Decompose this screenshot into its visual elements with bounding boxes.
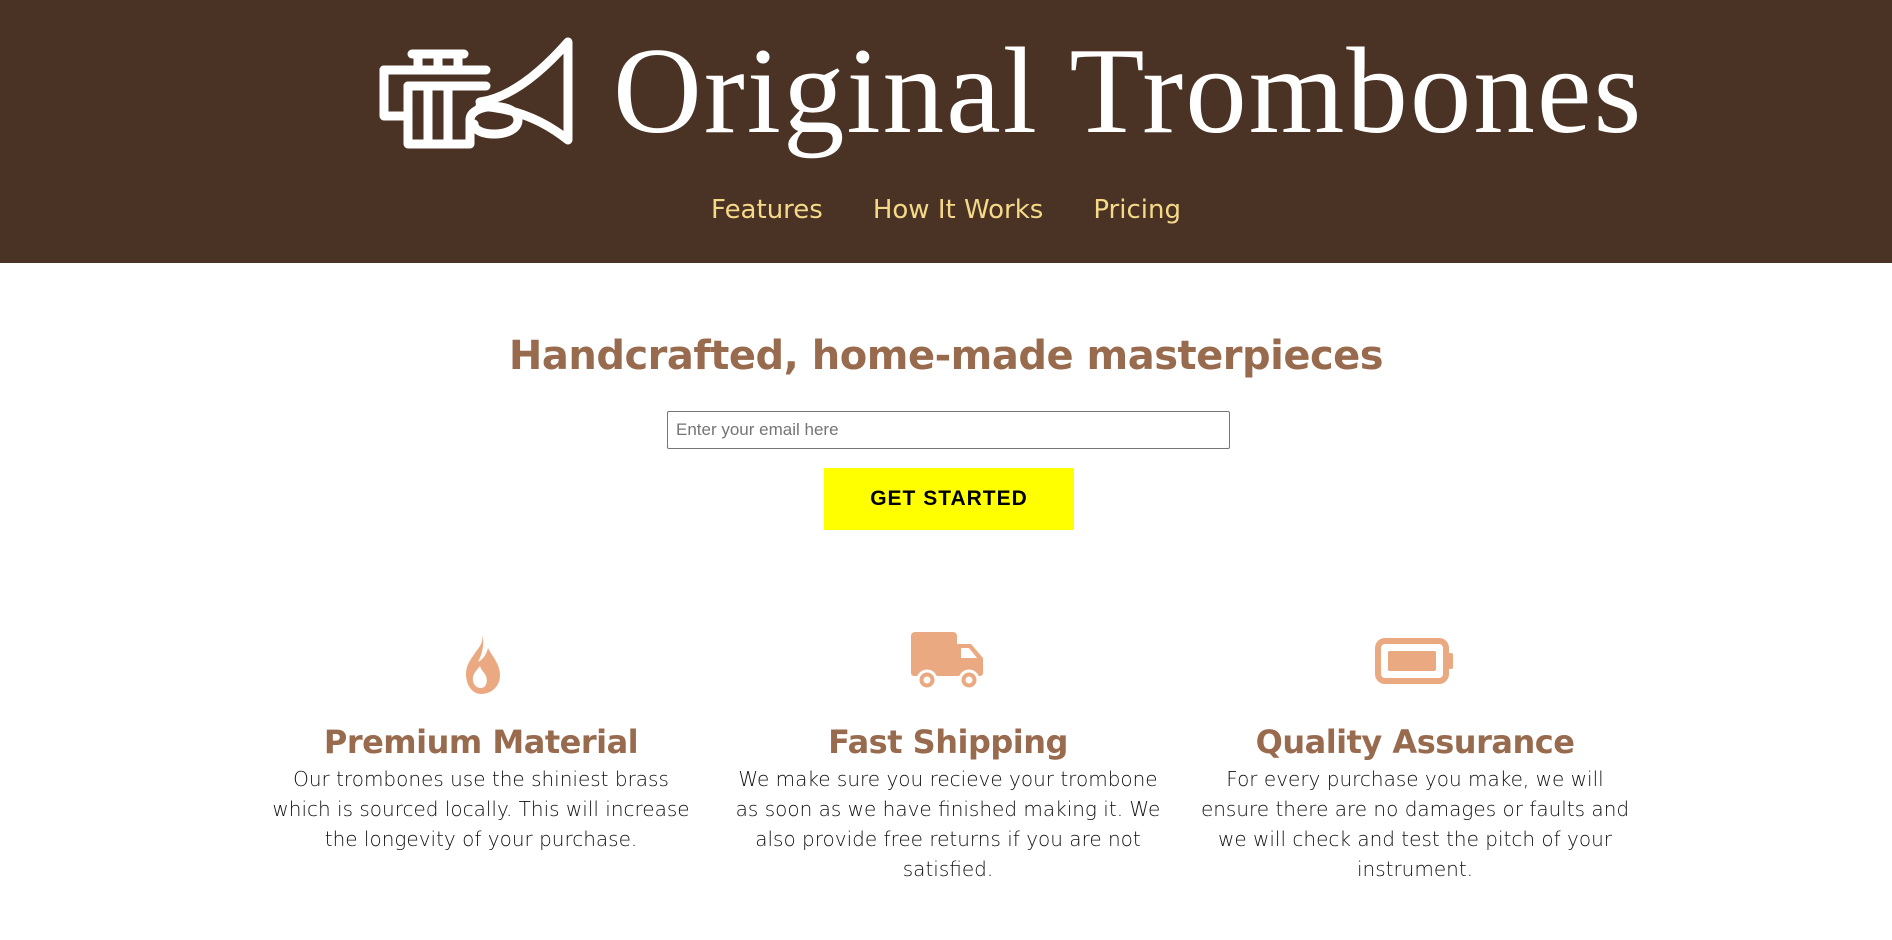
feature-quality-assurance: Quality Assurance For every purchase you…	[1185, 628, 1645, 884]
feature-description: For every purchase you make, we will ens…	[1200, 767, 1630, 881]
feature-title: Premium Material	[323, 723, 639, 761]
site-header: Original Trombones Features How It Works…	[0, 0, 1892, 263]
feature-fast-shipping: Fast Shipping We make sure you recieve y…	[718, 628, 1178, 884]
truck-icon	[909, 630, 987, 696]
nav-link-how-it-works[interactable]: How It Works	[873, 190, 1044, 230]
battery-full-icon	[1375, 638, 1455, 688]
feature-premium-material: Premium Material Our trombones use the s…	[251, 628, 711, 854]
feature-title: Quality Assurance	[1255, 723, 1575, 761]
feature-description: We make sure you recieve your trombone a…	[735, 767, 1161, 881]
email-input[interactable]	[667, 411, 1230, 449]
trombone-icon	[378, 36, 578, 158]
feature-title: Fast Shipping	[828, 723, 1068, 761]
nav-link-pricing[interactable]: Pricing	[1093, 190, 1181, 230]
fire-icon	[456, 626, 506, 700]
features-section: Premium Material Our trombones use the s…	[0, 628, 1892, 928]
brand-title: Original Trombones	[613, 22, 1644, 159]
hero-heading: Handcrafted, home-made masterpieces	[508, 333, 1384, 379]
main-nav: Features How It Works Pricing	[0, 190, 1892, 230]
nav-link-features[interactable]: Features	[711, 190, 823, 230]
get-started-button[interactable]: GET STARTED	[824, 468, 1074, 530]
feature-description: Our trombones use the shiniest brass whi…	[272, 767, 690, 851]
